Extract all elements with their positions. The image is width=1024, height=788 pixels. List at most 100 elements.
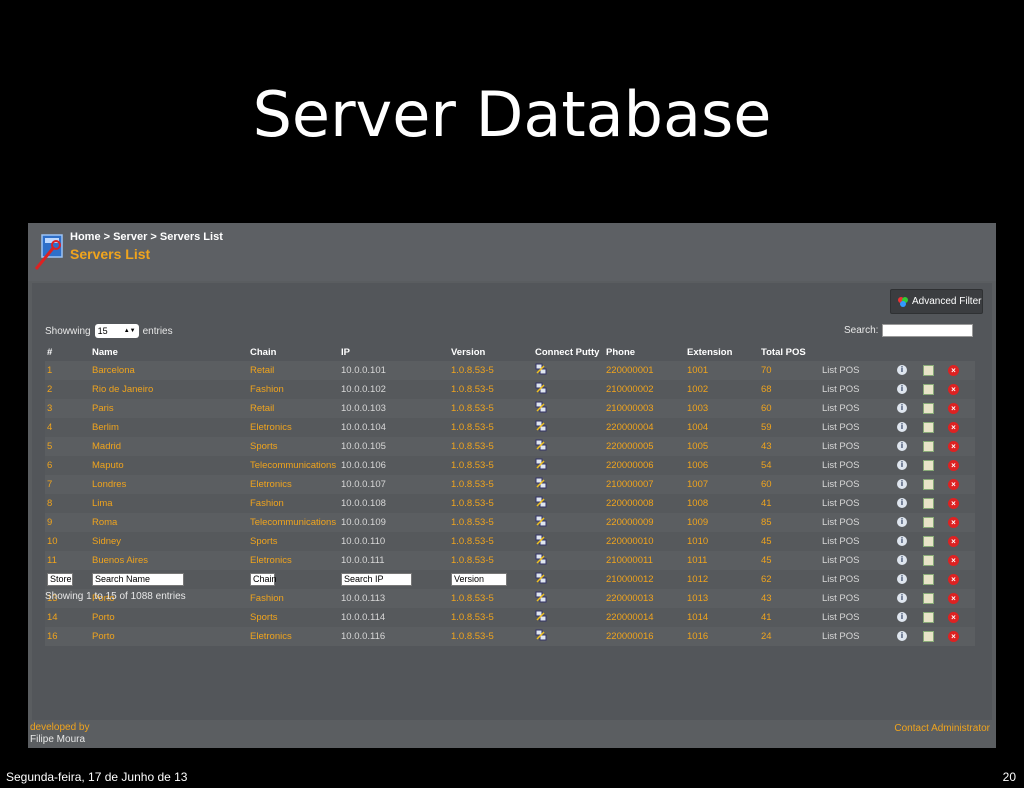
column-header[interactable]: Name <box>90 343 248 361</box>
cell-action[interactable]: List POS <box>820 589 895 608</box>
table-row[interactable]: 2 Rio de Janeiro Fashion 10.0.0.102 1.0.8.53… <box>45 380 975 399</box>
table-row[interactable]: 10 Sidney Sports 10.0.0.110 1.0.8.53-5 220000… <box>45 532 975 551</box>
edit-icon[interactable] <box>923 459 934 471</box>
putty-connect-icon[interactable] <box>535 458 547 470</box>
cell-action[interactable]: List POS <box>820 532 895 551</box>
cell-action[interactable]: List POS <box>820 570 895 589</box>
cell-action[interactable]: List POS <box>820 456 895 475</box>
column-header[interactable]: Phone <box>604 343 685 361</box>
delete-icon[interactable]: × <box>948 364 959 376</box>
delete-icon[interactable]: × <box>948 421 959 433</box>
ip-filter-input[interactable]: Search IP <box>341 573 412 586</box>
edit-icon[interactable] <box>923 516 934 528</box>
putty-connect-icon[interactable] <box>535 420 547 432</box>
table-row[interactable]: 9 Roma Telecommunications 10.0.0.109 1.0.8.5… <box>45 513 975 532</box>
edit-icon[interactable] <box>923 573 934 585</box>
cell-action[interactable]: List POS <box>820 418 895 437</box>
putty-connect-icon[interactable] <box>535 382 547 394</box>
column-header[interactable]: # <box>45 343 90 361</box>
chain-filter-input[interactable]: Chain <box>250 573 277 586</box>
cell-action[interactable]: List POS <box>820 437 895 456</box>
delete-icon[interactable]: × <box>948 402 959 414</box>
info-icon[interactable]: i <box>897 555 907 566</box>
putty-connect-icon[interactable] <box>535 401 547 413</box>
edit-icon[interactable] <box>923 383 934 395</box>
cell-action[interactable]: List POS <box>820 494 895 513</box>
putty-connect-icon[interactable] <box>535 553 547 565</box>
table-row[interactable]: 3 Paris Retail 10.0.0.103 1.0.8.53-5 21000000… <box>45 399 975 418</box>
putty-connect-icon[interactable] <box>535 496 547 508</box>
putty-connect-icon[interactable] <box>535 363 547 375</box>
delete-icon[interactable]: × <box>948 554 959 566</box>
info-icon[interactable]: i <box>897 403 907 414</box>
info-icon[interactable]: i <box>897 479 907 490</box>
cell-action[interactable]: List POS <box>820 627 895 646</box>
putty-connect-icon[interactable] <box>535 477 547 489</box>
putty-connect-icon[interactable] <box>535 610 547 622</box>
info-icon[interactable]: i <box>897 384 907 395</box>
table-row[interactable]: 7 Londres Eletronics 10.0.0.107 1.0.8.53-5 21… <box>45 475 975 494</box>
putty-connect-icon[interactable] <box>535 515 547 527</box>
column-header[interactable]: Chain <box>248 343 339 361</box>
edit-icon[interactable] <box>923 554 934 566</box>
info-icon[interactable]: i <box>897 593 907 604</box>
putty-connect-icon[interactable] <box>535 439 547 451</box>
column-header[interactable]: Extension <box>685 343 759 361</box>
info-icon[interactable]: i <box>897 498 907 509</box>
column-header[interactable]: Version <box>449 343 533 361</box>
info-icon[interactable]: i <box>897 631 907 642</box>
info-icon[interactable]: i <box>897 536 907 547</box>
table-row[interactable]: 12PortoRetail10.0.0.1121.0.8.53-52100000… <box>45 570 975 589</box>
putty-connect-icon[interactable] <box>535 629 547 641</box>
delete-icon[interactable]: × <box>948 535 959 547</box>
delete-icon[interactable]: × <box>948 630 959 642</box>
edit-icon[interactable] <box>923 535 934 547</box>
putty-connect-icon[interactable] <box>535 572 547 584</box>
edit-icon[interactable] <box>923 611 934 623</box>
advanced-filter-button[interactable]: Advanced Filter <box>890 289 983 314</box>
info-icon[interactable]: i <box>897 612 907 623</box>
delete-icon[interactable]: × <box>948 516 959 528</box>
name-filter-input[interactable]: Search Name <box>92 573 184 586</box>
entries-select[interactable]: 15 ▲▼ <box>94 324 139 338</box>
delete-icon[interactable]: × <box>948 478 959 490</box>
table-row[interactable]: 14 Porto Sports 10.0.0.114 1.0.8.53-5 2200000… <box>45 608 975 627</box>
putty-connect-icon[interactable] <box>535 591 547 603</box>
store-filter-input[interactable]: Store <box>47 573 73 586</box>
table-row[interactable]: 8 Lima Fashion 10.0.0.108 1.0.8.53-5 22000000… <box>45 494 975 513</box>
edit-icon[interactable] <box>923 478 934 490</box>
contact-admin-link[interactable]: Contact Administrator <box>894 723 990 734</box>
table-row[interactable]: 4 Berlim Eletronics 10.0.0.104 1.0.8.53-5 220… <box>45 418 975 437</box>
search-input[interactable] <box>882 324 974 337</box>
breadcrumb[interactable]: Home > Server > Servers List <box>70 231 223 243</box>
column-header[interactable]: IP <box>339 343 449 361</box>
delete-icon[interactable]: × <box>948 611 959 623</box>
cell-action[interactable]: List POS <box>820 361 895 380</box>
delete-icon[interactable]: × <box>948 383 959 395</box>
cell-action[interactable]: List POS <box>820 513 895 532</box>
delete-icon[interactable]: × <box>948 459 959 471</box>
table-row[interactable]: 11 Buenos Aires Eletronics 10.0.0.111 1.0.8.… <box>45 551 975 570</box>
cell-action[interactable]: List POS <box>820 608 895 627</box>
putty-connect-icon[interactable] <box>535 534 547 546</box>
cell-action[interactable]: List POS <box>820 380 895 399</box>
delete-icon[interactable]: × <box>948 497 959 509</box>
column-header[interactable]: Connect Putty <box>533 343 604 361</box>
edit-icon[interactable] <box>923 402 934 414</box>
delete-icon[interactable]: × <box>948 573 959 585</box>
edit-icon[interactable] <box>923 440 934 452</box>
delete-icon[interactable]: × <box>948 592 959 604</box>
table-row[interactable]: 16 Porto Eletronics 10.0.0.116 1.0.8.53-5 220… <box>45 627 975 646</box>
edit-icon[interactable] <box>923 421 934 433</box>
info-icon[interactable]: i <box>897 574 907 585</box>
info-icon[interactable]: i <box>897 365 907 376</box>
delete-icon[interactable]: × <box>948 440 959 452</box>
edit-icon[interactable] <box>923 364 934 376</box>
edit-icon[interactable] <box>923 592 934 604</box>
info-icon[interactable]: i <box>897 441 907 452</box>
cell-action[interactable]: List POS <box>820 551 895 570</box>
version-filter-input[interactable]: Version <box>451 573 507 586</box>
info-icon[interactable]: i <box>897 422 907 433</box>
cell-action[interactable]: List POS <box>820 399 895 418</box>
table-row[interactable]: 6 Maputo Telecommunications 10.0.0.106 1.0.8… <box>45 456 975 475</box>
